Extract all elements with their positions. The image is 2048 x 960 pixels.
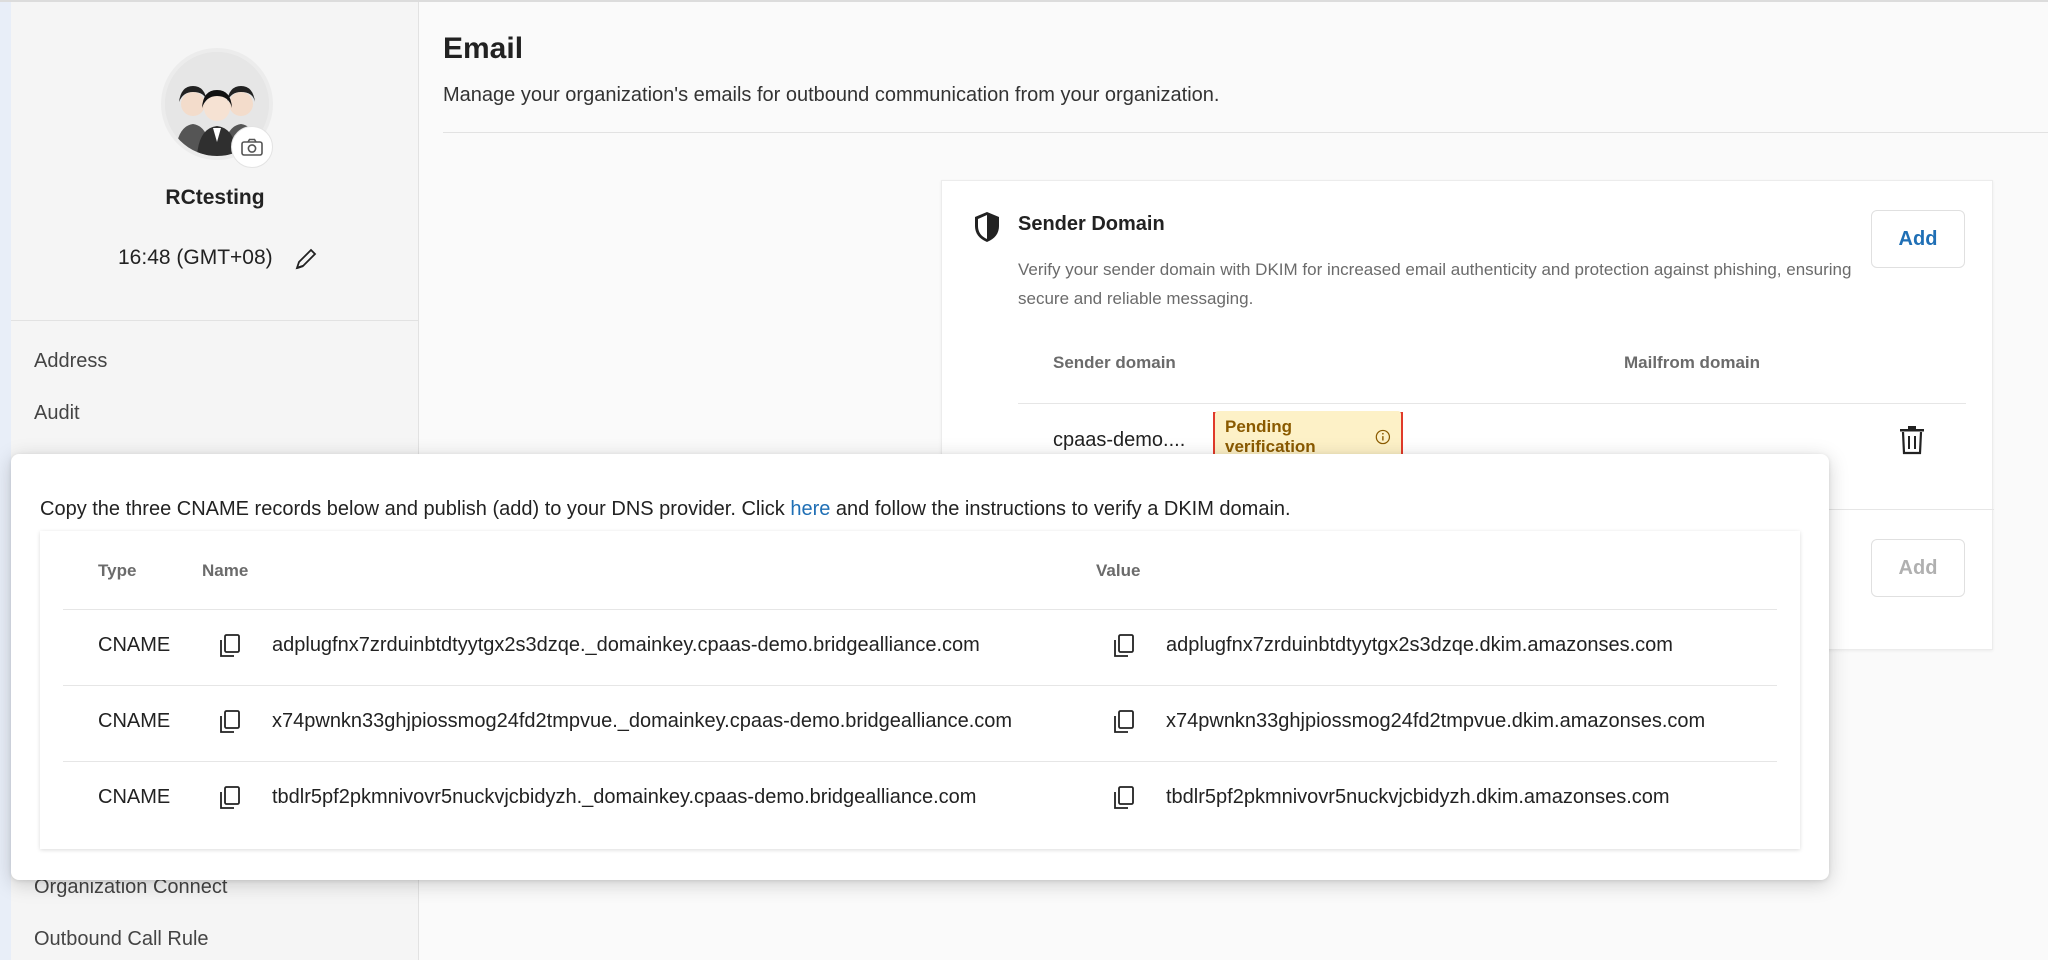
record-name: tbdlr5pf2pkmnivovr5nuckvjcbidyzh._domain… bbox=[272, 786, 977, 808]
copy-icon bbox=[1114, 710, 1134, 733]
sender-domain-value[interactable]: cpaas-demo.... bbox=[1053, 429, 1185, 452]
record-value: adplugfnx7zrduinbtdtyytgx2s3dzqe.dkim.am… bbox=[1166, 634, 1673, 656]
column-header-type: Type bbox=[98, 561, 137, 580]
copy-icon bbox=[220, 634, 240, 657]
left-edge-strip bbox=[0, 0, 11, 960]
copy-icon bbox=[220, 786, 240, 809]
add-mailfrom-button[interactable]: Add bbox=[1871, 539, 1965, 597]
record-name: x74pwnkn33ghjpiossmog24fd2tmpvue._domain… bbox=[272, 710, 1013, 732]
header-divider bbox=[443, 132, 2048, 133]
table-row: CNAME adplugfnx7zrduinbtdtyytgx2s3dzqe._… bbox=[63, 609, 1777, 685]
page-subtitle: Manage your organization's emails for ou… bbox=[443, 84, 1220, 106]
record-type: CNAME bbox=[98, 786, 171, 808]
help-link[interactable]: here bbox=[790, 498, 830, 520]
copy-icon bbox=[220, 710, 240, 733]
copy-name-button[interactable] bbox=[219, 710, 241, 734]
record-value: tbdlr5pf2pkmnivovr5nuckvjcbidyzh.dkim.am… bbox=[1166, 786, 1670, 808]
sidebar-item-address[interactable]: Address bbox=[34, 350, 107, 373]
record-name: adplugfnx7zrduinbtdtyytgx2s3dzqe._domain… bbox=[272, 634, 980, 656]
table-row: CNAME x74pwnkn33ghjpiossmog24fd2tmpvue._… bbox=[63, 685, 1777, 761]
shield-icon bbox=[975, 212, 999, 242]
column-header-value: Value bbox=[1096, 561, 1141, 580]
org-name: RCtesting bbox=[165, 186, 265, 209]
record-type: CNAME bbox=[98, 634, 171, 656]
table-row: CNAME tbdlr5pf2pkmnivovr5nuckvjcbidyzh._… bbox=[63, 761, 1777, 837]
change-avatar-button[interactable] bbox=[231, 126, 273, 168]
copy-icon bbox=[1114, 786, 1134, 809]
card-description: Verify your sender domain with DKIM for … bbox=[1018, 260, 1852, 308]
instruction-text: Copy the three CNAME records below and p… bbox=[40, 498, 791, 520]
copy-value-button[interactable] bbox=[1113, 710, 1135, 734]
row-divider bbox=[1018, 403, 1966, 404]
dkim-records-popover: Copy the three CNAME records below and p… bbox=[11, 454, 1829, 880]
info-icon bbox=[1375, 429, 1391, 445]
sidebar-divider bbox=[11, 320, 419, 321]
add-sender-domain-button[interactable]: Add bbox=[1871, 210, 1965, 268]
edit-time-button[interactable] bbox=[293, 246, 319, 272]
record-type: CNAME bbox=[98, 710, 171, 732]
column-header-sender-domain: Sender domain bbox=[1053, 353, 1176, 372]
trash-icon bbox=[1900, 426, 1924, 455]
page-title: Email bbox=[443, 32, 524, 65]
popover-instructions: Copy the three CNAME records below and p… bbox=[40, 498, 1291, 521]
copy-value-button[interactable] bbox=[1113, 786, 1135, 810]
status-badge-label: Pending verification bbox=[1225, 417, 1316, 456]
delete-domain-button[interactable] bbox=[1899, 425, 1925, 455]
copy-value-button[interactable] bbox=[1113, 634, 1135, 658]
record-value: x74pwnkn33ghjpiossmog24fd2tmpvue.dkim.am… bbox=[1166, 710, 1706, 732]
org-time: 16:48 (GMT+08) bbox=[118, 246, 273, 269]
column-header-mailfrom-domain: Mailfrom domain bbox=[1624, 353, 1761, 372]
instruction-text-end: and follow the instructions to verify a … bbox=[830, 498, 1291, 520]
copy-name-button[interactable] bbox=[219, 634, 241, 658]
cname-records-table: Type Name Value CNAME adplugfnx7zrduinbt… bbox=[40, 531, 1800, 849]
column-header-name: Name bbox=[202, 561, 249, 580]
card-title: Sender Domain bbox=[1018, 213, 1165, 235]
sidebar-item-outbound-call-rule[interactable]: Outbound Call Rule bbox=[34, 928, 209, 951]
pencil-icon bbox=[295, 248, 317, 270]
copy-icon bbox=[1114, 634, 1134, 657]
camera-icon bbox=[241, 138, 263, 156]
copy-name-button[interactable] bbox=[219, 786, 241, 810]
sidebar-item-audit[interactable]: Audit bbox=[34, 402, 80, 425]
